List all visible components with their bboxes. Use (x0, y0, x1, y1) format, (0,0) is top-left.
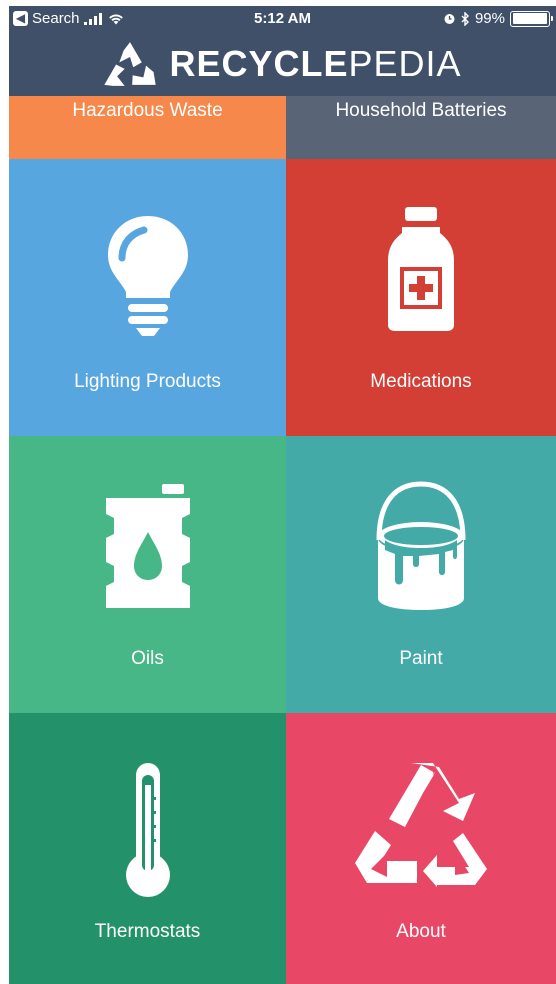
recycle-logo-icon (104, 42, 157, 86)
tile-about[interactable]: About (286, 713, 556, 984)
tile-oils[interactable]: Oils (9, 436, 286, 713)
app-header: RECYCLEPEDIA (9, 32, 556, 96)
tile-thermostats[interactable]: Thermostats (9, 713, 286, 984)
brand-light: PEDIA (348, 43, 462, 84)
tile-label: Thermostats (94, 921, 201, 942)
app-screen: ◀ Search 5:12 AM 99% RECYCLEPEDIA Hazard… (9, 6, 556, 984)
tile-lighting-products[interactable]: Lighting Products (9, 159, 286, 436)
medicine-bottle-icon (388, 207, 454, 331)
tile-label: Household Batteries (335, 100, 507, 121)
tile-label: Oils (131, 648, 164, 669)
tile-label: Medications (370, 371, 472, 392)
tile-hazardous-waste[interactable]: Hazardous Waste (9, 96, 286, 159)
battery-icon (510, 10, 553, 27)
battery-level (512, 13, 548, 24)
tile-household-batteries[interactable]: Household Batteries (286, 96, 556, 159)
tile-label: Hazardous Waste (72, 100, 223, 121)
battery-percent: 99% (474, 10, 505, 27)
thermometer-icon (125, 763, 170, 897)
tile-paint[interactable]: Paint (286, 436, 556, 713)
app-title: RECYCLEPEDIA (169, 46, 461, 82)
tile-label: Lighting Products (74, 371, 221, 392)
status-bar: ◀ Search 5:12 AM 99% (9, 6, 556, 32)
paint-can-icon (376, 481, 466, 610)
brand-bold: RECYCLE (169, 43, 349, 84)
tile-medications[interactable]: Medications (286, 159, 556, 436)
oil-drum-icon (105, 484, 190, 608)
bluetooth-icon (461, 11, 469, 26)
recycle-icon (355, 763, 487, 887)
alarm-icon (444, 14, 455, 24)
tile-label: About (396, 921, 446, 942)
lightbulb-icon (107, 216, 188, 336)
tile-label: Paint (399, 648, 443, 669)
